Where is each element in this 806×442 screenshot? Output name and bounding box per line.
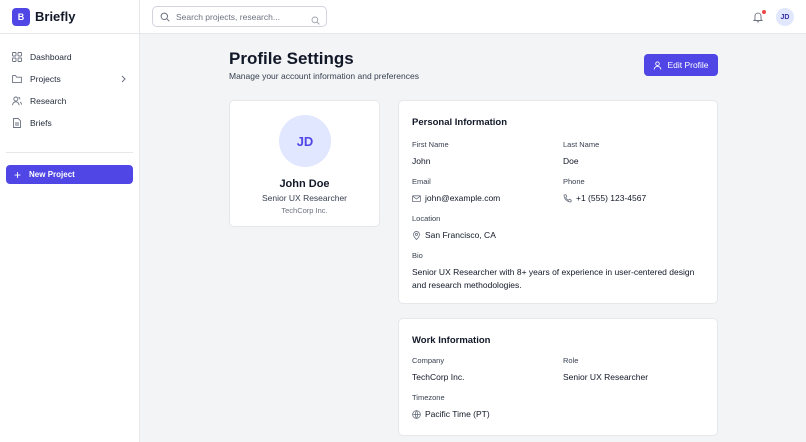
phone-value: +1 (555) 123-4567 xyxy=(563,193,646,203)
personal-info-card: Personal Information First Name John Las… xyxy=(398,100,718,304)
plus-icon: + xyxy=(14,167,22,182)
brand[interactable]: B Briefly xyxy=(0,0,139,34)
new-project-button[interactable]: + New Project xyxy=(6,165,133,184)
search-icon[interactable] xyxy=(311,12,320,25)
search-input[interactable] xyxy=(176,11,306,22)
topbar: JD xyxy=(140,0,806,34)
user-icon xyxy=(653,60,662,70)
page-subtitle: Manage your account information and pref… xyxy=(229,71,419,81)
edit-profile-button[interactable]: Edit Profile xyxy=(644,54,718,76)
first-name-value: John xyxy=(412,156,431,166)
profile-role: Senior UX Researcher xyxy=(261,193,348,203)
timezone-value: Pacific Time (PT) xyxy=(412,409,490,419)
mail-icon xyxy=(412,194,421,203)
search-icon xyxy=(160,12,170,22)
brand-logo: B xyxy=(12,7,30,26)
sidebar-item-label: Projects xyxy=(30,74,61,84)
globe-icon xyxy=(412,409,421,419)
work-info-title: Work Information xyxy=(412,335,491,346)
page-title: Profile Settings xyxy=(229,49,354,68)
profile-avatar: JD xyxy=(279,115,331,167)
sidebar: B Briefly Dashboard Projects Research Br… xyxy=(0,0,140,442)
role-label: Role xyxy=(563,356,579,365)
work-info-card: Work Information Company TechCorp Inc. R… xyxy=(398,318,718,436)
edit-profile-label: Edit Profile xyxy=(667,60,709,70)
notification-dot xyxy=(762,10,766,14)
search-box[interactable] xyxy=(152,6,327,27)
email-value: john@example.com xyxy=(412,193,500,203)
phone-text: +1 (555) 123-4567 xyxy=(576,193,647,203)
last-name-value: Doe xyxy=(563,156,579,166)
location-value: San Francisco, CA xyxy=(412,230,496,240)
document-icon xyxy=(12,118,22,128)
first-name-label: First Name xyxy=(412,140,449,149)
phone-label: Phone xyxy=(563,177,585,186)
grid-icon xyxy=(12,52,22,62)
role-value: Senior UX Researcher xyxy=(563,372,649,382)
profile-company: TechCorp Inc. xyxy=(281,206,328,215)
brand-name: Briefly xyxy=(35,9,76,24)
new-project-label: New Project xyxy=(29,170,75,179)
profile-name: John Doe xyxy=(279,178,330,190)
phone-icon xyxy=(563,193,572,203)
folder-icon xyxy=(12,74,22,84)
company-label: Company xyxy=(412,356,445,365)
location-text: San Francisco, CA xyxy=(425,230,496,240)
personal-info-title: Personal Information xyxy=(412,117,508,128)
chevron-right-icon[interactable] xyxy=(119,74,127,84)
avatar[interactable]: JD xyxy=(776,8,794,26)
sidebar-item-label: Dashboard xyxy=(30,52,72,62)
sidebar-item-label: Research xyxy=(30,96,67,106)
sidebar-item-projects[interactable]: Projects xyxy=(0,68,139,90)
sidebar-nav: Dashboard Projects Research Briefs xyxy=(0,34,139,134)
map-pin-icon xyxy=(412,230,421,240)
sidebar-item-label: Briefs xyxy=(30,118,52,128)
sidebar-divider xyxy=(6,152,133,153)
sidebar-item-briefs[interactable]: Briefs xyxy=(0,112,139,134)
email-label: Email xyxy=(412,177,431,186)
sidebar-item-research[interactable]: Research xyxy=(0,90,139,112)
location-label: Location xyxy=(412,214,441,223)
sidebar-item-dashboard[interactable]: Dashboard xyxy=(0,46,139,68)
timezone-label: Timezone xyxy=(412,393,445,402)
bio-text: Senior UX Researcher with 8+ years of ex… xyxy=(412,267,695,290)
timezone-text: Pacific Time (PT) xyxy=(425,409,490,419)
last-name-label: Last Name xyxy=(563,140,600,149)
email-text: john@example.com xyxy=(425,193,501,203)
profile-card: JD John Doe Senior UX Researcher TechCor… xyxy=(229,100,380,227)
company-value: TechCorp Inc. xyxy=(412,372,465,382)
bio-label: Bio xyxy=(412,251,423,260)
users-icon xyxy=(12,96,22,106)
